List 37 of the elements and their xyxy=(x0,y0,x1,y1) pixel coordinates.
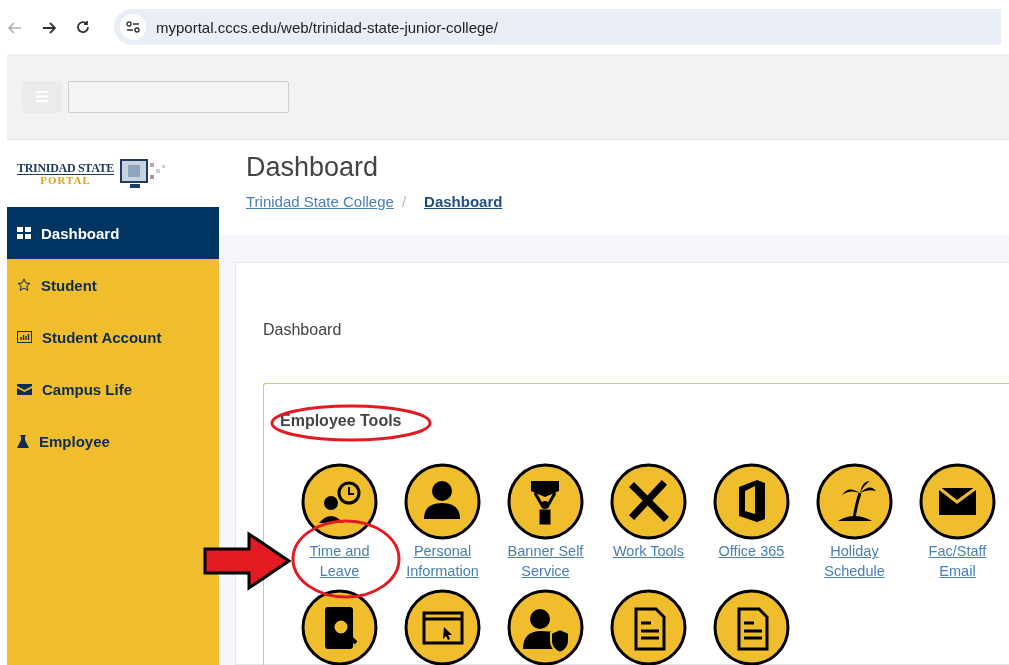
grid-icon xyxy=(17,227,31,239)
banner-icon[interactable] xyxy=(507,463,584,540)
tool-link[interactable]: Holiday Schedule xyxy=(808,541,901,581)
address-bar[interactable]: myportal.cccs.edu/web/trinidad-state-junior-college/ xyxy=(114,9,1001,45)
document-icon[interactable] xyxy=(713,589,790,665)
flask-icon xyxy=(17,434,29,448)
star-icon xyxy=(17,278,31,292)
breadcrumb-link[interactable]: Trinidad State College xyxy=(246,193,394,210)
tool-link[interactable]: Fac/Staff Email xyxy=(911,541,1004,581)
palm-icon[interactable] xyxy=(816,463,893,540)
document-icon[interactable] xyxy=(610,589,687,665)
breadcrumb-separator: / xyxy=(401,193,407,210)
shield-person-icon[interactable] xyxy=(507,589,584,665)
search-field[interactable] xyxy=(68,80,289,113)
clock-person-icon[interactable] xyxy=(301,463,378,540)
tool-link[interactable]: Office 365 xyxy=(718,541,785,561)
sidebar-item[interactable]: Student Account xyxy=(7,311,219,363)
office-icon[interactable] xyxy=(713,463,790,540)
tool-link[interactable]: Personal Information xyxy=(396,541,489,581)
panel-title: Dashboard xyxy=(263,321,343,339)
tool-link[interactable]: Work Tools xyxy=(612,541,685,561)
site-settings-icon[interactable] xyxy=(120,14,146,40)
section-title: Employee Tools xyxy=(280,412,403,430)
portal-logo: TRINIDAD STATE PORTAL xyxy=(17,161,115,186)
browser-icon[interactable] xyxy=(404,589,481,665)
sidebar-item[interactable]: Dashboard xyxy=(7,207,219,259)
search-doc-icon[interactable] xyxy=(301,589,378,665)
bar-chart-icon xyxy=(17,331,32,343)
person-icon[interactable] xyxy=(404,463,481,540)
sidebar-item[interactable]: Employee xyxy=(7,415,219,467)
tool-link[interactable]: Banner Self Service xyxy=(499,541,592,581)
envelope-icon xyxy=(17,383,32,395)
sidebar-item[interactable]: Campus Life xyxy=(7,363,219,415)
mail-icon[interactable] xyxy=(919,463,996,540)
breadcrumb-link[interactable]: Dashboard xyxy=(424,193,503,210)
page-title: Dashboard xyxy=(246,152,380,183)
sidebar-item[interactable]: Student xyxy=(7,259,219,311)
